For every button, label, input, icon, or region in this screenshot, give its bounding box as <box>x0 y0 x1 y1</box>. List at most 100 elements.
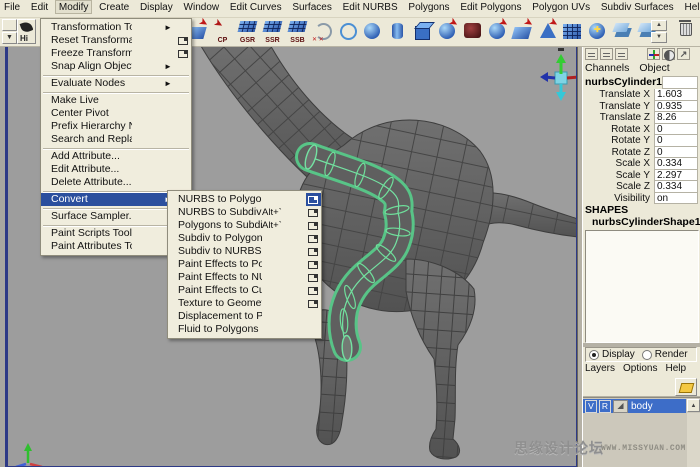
menu-item[interactable]: Subdiv to NURBS ► <box>168 245 321 258</box>
option-box-icon[interactable] <box>306 271 321 284</box>
menuset-dropdown-button[interactable]: ▼ <box>2 32 17 44</box>
menu-item[interactable]: Subdiv to Polygons ► <box>168 232 321 245</box>
menubar-item[interactable]: Edit NURBS <box>339 0 402 14</box>
channel-label[interactable]: Translate X <box>583 89 654 101</box>
shelf-icon[interactable] <box>611 19 634 44</box>
shelf-icon[interactable] <box>461 19 484 44</box>
channel-value[interactable]: 0 <box>654 135 698 147</box>
channel-label[interactable]: Visibility <box>583 193 654 205</box>
option-box-icon[interactable] <box>176 34 191 47</box>
display-radio[interactable]: Display <box>589 349 635 360</box>
menubar-item[interactable]: Edit Polygons <box>456 0 525 14</box>
menubar-item[interactable]: Modify <box>55 0 92 14</box>
shelf-icon[interactable] <box>586 19 609 44</box>
channel-value[interactable]: 0.334 <box>654 158 698 170</box>
shelf-tab-button[interactable] <box>2 19 17 31</box>
menu-item[interactable]: Reset Transformations ► <box>41 34 191 47</box>
menubar-item[interactable]: Window <box>180 0 224 14</box>
menu-item[interactable]: Paint Effects to Curves ► <box>168 284 321 297</box>
option-box-icon[interactable] <box>306 219 321 232</box>
layer-scroll-up-button[interactable]: ▲ <box>687 399 700 412</box>
layer-render-toggle[interactable]: R <box>599 400 611 413</box>
trash-icon[interactable] <box>679 20 691 34</box>
channel-label[interactable]: Rotate X <box>583 124 654 136</box>
menu-item[interactable]: Paint Effects to Polygons ► <box>168 258 321 271</box>
shelf-icon[interactable] <box>311 19 334 44</box>
menu-item[interactable]: Center Pivot ► <box>41 107 191 120</box>
shelf-icon[interactable] <box>511 19 534 44</box>
shelf-icon[interactable]: GSR <box>236 19 259 44</box>
channel-value[interactable]: 1.603 <box>654 89 698 101</box>
menubar-item[interactable]: Polygons <box>404 0 453 14</box>
shelf-icon[interactable] <box>361 19 384 44</box>
new-layer-button[interactable] <box>675 378 697 396</box>
menubar-item[interactable]: Edit Curves <box>226 0 286 14</box>
menu-item[interactable]: Add Attribute... ► <box>41 150 191 163</box>
channel-label[interactable]: Scale Y <box>583 170 654 182</box>
layer-row[interactable]: V R ◢ body <box>583 399 686 413</box>
shelf-icon[interactable] <box>336 19 359 44</box>
menu-item[interactable]: Fluid to Polygons ► <box>168 323 321 336</box>
menubar-item[interactable]: Polygon UVs <box>528 0 594 14</box>
menu-item[interactable]: Delete Attribute... ► <box>41 176 191 189</box>
channel-value[interactable]: 0.935 <box>654 101 698 113</box>
menubar-item[interactable]: Surfaces <box>288 0 335 14</box>
shelf-icon[interactable] <box>386 19 409 44</box>
channel-box-menu-item[interactable]: Object <box>639 62 669 74</box>
menu-item[interactable]: Transformation Tools ► <box>41 21 191 34</box>
menu-item[interactable]: Freeze Transformations ► <box>41 47 191 60</box>
channel-layout-icon[interactable] <box>585 48 598 60</box>
channel-box-menu-item[interactable]: Channels <box>585 62 629 74</box>
shape-node-name[interactable]: nurbsCylinderShape1 <box>583 216 700 228</box>
menu-item[interactable]: Prefix Hierarchy Names... ► <box>41 120 191 133</box>
current-tool-button[interactable]: Hi <box>17 19 36 44</box>
menu-item[interactable]: Evaluate Nodes ► <box>41 77 191 90</box>
layer-color-swatch[interactable]: ◢ <box>613 400 628 413</box>
shelf-icon[interactable]: CP <box>211 19 234 44</box>
shelf-icon[interactable] <box>486 19 509 44</box>
shelf-icon[interactable]: SSR <box>261 19 284 44</box>
shelf-icon[interactable] <box>561 19 584 44</box>
layer-visible-toggle[interactable]: V <box>585 400 597 413</box>
channel-label[interactable]: Rotate Z <box>583 147 654 159</box>
shelf-scroll-down-button[interactable]: ▼ <box>651 32 667 43</box>
menu-item[interactable]: Edit Attribute... ► <box>41 163 191 176</box>
shelf-icon[interactable] <box>536 19 559 44</box>
menubar-item[interactable]: Edit <box>27 0 52 14</box>
channel-label[interactable]: Scale X <box>583 158 654 170</box>
layer-menu-item[interactable]: Help <box>665 363 686 374</box>
option-box-icon[interactable] <box>306 206 321 219</box>
channel-label[interactable]: Translate Y <box>583 101 654 113</box>
menu-item[interactable]: Paint Effects to NURBS ► <box>168 271 321 284</box>
layer-scrollbar-track[interactable] <box>687 413 700 467</box>
menu-item[interactable]: Snap Align Objects ► <box>41 60 191 73</box>
channel-layout2-icon[interactable] <box>600 48 613 60</box>
menubar-item[interactable]: File <box>0 0 24 14</box>
shelf-icon[interactable] <box>436 19 459 44</box>
node-name[interactable]: nurbsCylinder1 <box>583 76 662 89</box>
shelf-icon[interactable] <box>411 19 434 44</box>
option-box-icon[interactable] <box>306 297 321 310</box>
menu-item[interactable]: Displacement to Polygons ► <box>168 310 321 323</box>
channel-label[interactable]: Translate Z <box>583 112 654 124</box>
option-box-icon[interactable] <box>306 245 321 258</box>
menu-item[interactable]: NURBS to Subdiv Alt+` ► <box>168 206 321 219</box>
channel-label[interactable]: Rotate Y <box>583 135 654 147</box>
channel-value[interactable]: 0 <box>654 124 698 136</box>
menubar-item[interactable]: Subdiv Surfaces <box>597 0 678 14</box>
option-box-icon[interactable] <box>306 284 321 297</box>
shelf-scroll-up-button[interactable]: ▲ <box>651 20 667 31</box>
channel-layout3-icon[interactable] <box>615 48 628 60</box>
channel-value[interactable]: 0.334 <box>654 181 698 193</box>
menu-item[interactable]: Polygons to Subdiv Alt+` ► <box>168 219 321 232</box>
shelf-icon[interactable]: SSB <box>286 19 309 44</box>
channel-label[interactable]: Scale Z <box>583 181 654 193</box>
layer-menu-item[interactable]: Layers <box>585 363 615 374</box>
menu-item[interactable]: Search and Replace Names... ► <box>41 133 191 146</box>
menu-item[interactable]: Texture to Geometry ► <box>168 297 321 310</box>
menubar-item[interactable]: Help <box>680 0 700 14</box>
select-arrow-icon[interactable]: ↗ <box>677 48 690 60</box>
render-radio[interactable]: Render <box>642 349 688 360</box>
speed-state-icon[interactable] <box>662 48 675 60</box>
menubar-item[interactable]: Create <box>95 0 133 14</box>
